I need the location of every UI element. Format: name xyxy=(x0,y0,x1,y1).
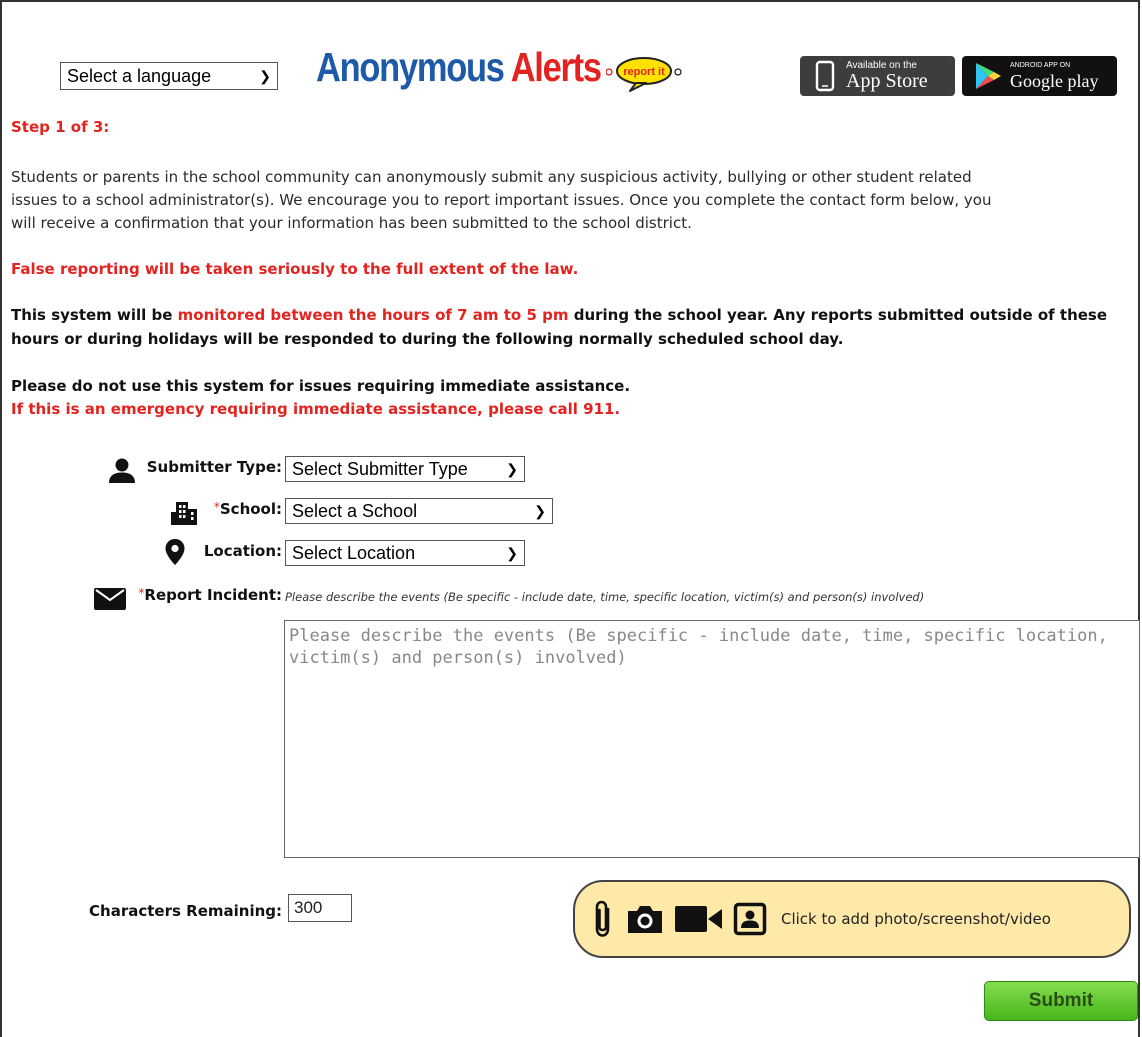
chevron-down-icon: ❯ xyxy=(534,502,546,519)
emergency-notice: If this is an emergency requiring immedi… xyxy=(11,400,621,418)
anonymous-alerts-logo: Anonymous Alerts xyxy=(316,44,602,104)
logo-anonymous-text: Anonymous xyxy=(316,44,505,90)
app-store-badge[interactable]: Available on the App Store xyxy=(800,56,955,96)
location-select[interactable]: Select Location ❯ xyxy=(285,540,525,566)
google-play-big-text: Google play xyxy=(1010,71,1099,91)
report-incident-textarea[interactable] xyxy=(284,620,1140,858)
monitor-post: during the school year. Any reports subm… xyxy=(568,306,1108,324)
google-play-badge[interactable]: ANDROID APP ON Google play xyxy=(962,56,1117,96)
language-select-value: Select a language xyxy=(67,65,212,86)
person-icon xyxy=(109,458,135,483)
camera-icon xyxy=(628,906,662,933)
immediate-assistance-notice: Please do not use this system for issues… xyxy=(11,377,631,395)
false-reporting-warning: False reporting will be taken seriously … xyxy=(11,260,579,278)
monitor-notice-line-1: This system will be monitored between th… xyxy=(11,306,1107,324)
google-play-small-text: ANDROID APP ON xyxy=(1010,62,1071,69)
location-pin-icon xyxy=(165,539,185,565)
school-select[interactable]: Select a School ❯ xyxy=(285,498,553,524)
school-value: Select a School xyxy=(292,500,418,521)
language-select[interactable]: Select a language ❯ xyxy=(60,62,278,90)
characters-remaining-value: 300 xyxy=(294,898,323,917)
apple-phone-icon xyxy=(815,60,835,92)
paperclip-icon xyxy=(595,900,610,937)
add-attachment-text: Click to add photo/screenshot/video xyxy=(781,910,1051,928)
submitter-type-select[interactable]: Select Submitter Type ❯ xyxy=(285,456,525,482)
chevron-down-icon: ❯ xyxy=(506,460,518,477)
intro-line-2: issues to a school administrator(s). We … xyxy=(11,191,992,209)
contact-card-icon xyxy=(733,902,767,936)
monitor-hours: monitored between the hours of 7 am to 5… xyxy=(177,306,569,324)
add-attachment-button[interactable]: Click to add photo/screenshot/video xyxy=(573,880,1131,958)
monitor-notice-line-2: hours or during holidays will be respond… xyxy=(11,330,844,348)
report-it-bubble-icon: report it xyxy=(606,57,682,92)
chevron-down-icon: ❯ xyxy=(259,67,271,84)
step-indicator: Step 1 of 3: xyxy=(11,118,110,136)
envelope-icon xyxy=(94,588,126,610)
google-play-icon xyxy=(976,63,1001,89)
school-label: *School: xyxy=(200,500,282,518)
school-label-text: School: xyxy=(219,500,282,518)
submitter-type-value: Select Submitter Type xyxy=(292,458,468,479)
app-store-big-text: App Store xyxy=(846,70,928,92)
submitter-type-label: Submitter Type: xyxy=(146,458,282,476)
location-value: Select Location xyxy=(292,542,416,563)
report-incident-hint: Please describe the events (Be specific … xyxy=(285,590,925,604)
building-icon xyxy=(171,502,197,525)
characters-remaining-label: Characters Remaining: xyxy=(89,902,282,920)
monitor-pre: This system will be xyxy=(11,306,178,324)
chevron-down-icon: ❯ xyxy=(506,544,518,561)
intro-line-3: will receive a confirmation that your in… xyxy=(11,214,692,232)
location-label: Location: xyxy=(203,542,282,560)
submit-button[interactable]: Submit xyxy=(984,981,1138,1021)
characters-remaining-field: 300 xyxy=(288,894,352,922)
report-incident-label: *Report Incident: xyxy=(130,586,282,604)
video-icon xyxy=(675,906,722,932)
intro-line-1: Students or parents in the school commun… xyxy=(11,168,972,186)
report-incident-label-text: Report Incident: xyxy=(144,586,282,604)
bubble-text: report it xyxy=(623,66,665,78)
logo-alerts-text: Alerts xyxy=(510,44,602,90)
